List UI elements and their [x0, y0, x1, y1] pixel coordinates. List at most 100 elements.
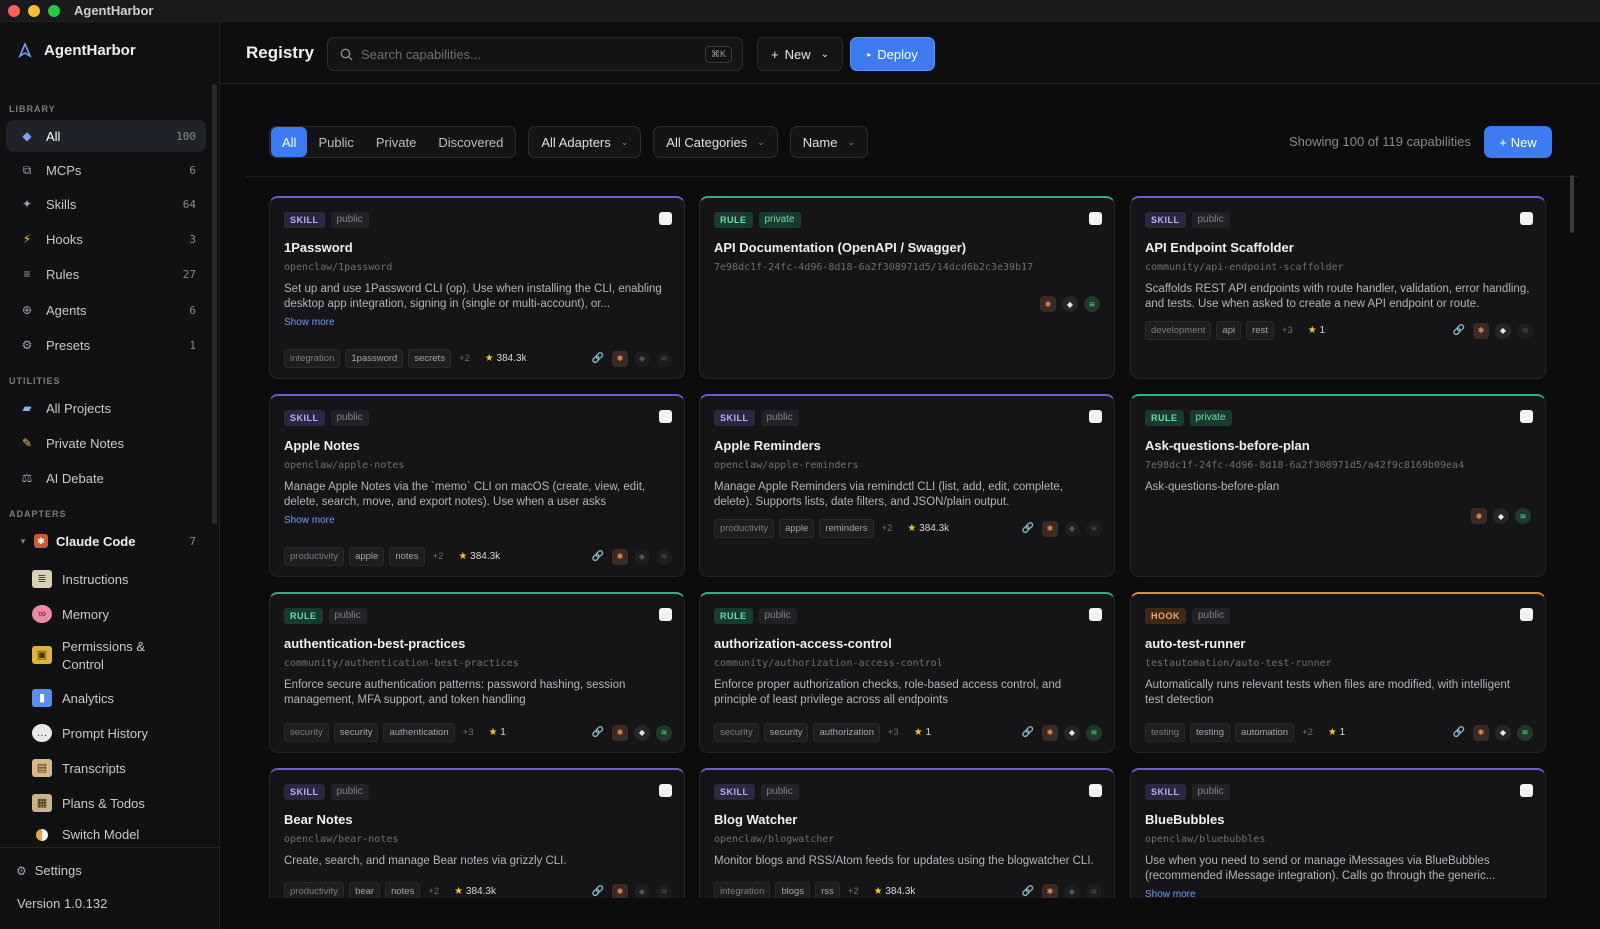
card-title: Ask-questions-before-plan: [1145, 438, 1310, 453]
type-badge: SKILL: [1145, 784, 1186, 800]
select-checkbox[interactable]: [1089, 608, 1102, 621]
select-checkbox[interactable]: [1520, 608, 1533, 621]
chevron-down-icon[interactable]: ▾: [18, 536, 28, 547]
sidebar-item-all-projects[interactable]: ▰ All Projects: [6, 392, 206, 424]
link-icon[interactable]: 🔗: [1020, 725, 1036, 741]
filter-all[interactable]: All: [271, 127, 308, 157]
link-icon[interactable]: 🔗: [1020, 884, 1036, 899]
sidebar-item-prompt-history[interactable]: … Prompt History: [32, 724, 212, 742]
filter-discovered[interactable]: Discovered: [427, 127, 514, 157]
link-icon[interactable]: 🔗: [1451, 323, 1467, 339]
link-icon[interactable]: 🔗: [590, 549, 606, 565]
minimize-window-button[interactable]: [28, 4, 40, 17]
filter-private[interactable]: Private: [365, 127, 427, 157]
tag: authorization: [813, 723, 880, 742]
show-more-link[interactable]: Show more: [284, 515, 670, 526]
sidebar-scrollbar[interactable]: [212, 84, 217, 524]
sidebar-item-agents[interactable]: ⊕ Agents 6: [6, 294, 206, 326]
select-checkbox[interactable]: [659, 410, 672, 423]
capability-card[interactable]: RULE public authentication-best-practices…: [269, 592, 685, 753]
capability-card[interactable]: RULE public authorization-access-control …: [699, 592, 1115, 753]
select-checkbox[interactable]: [1089, 784, 1102, 797]
sidebar-item-mcps[interactable]: ⧉ MCPs 6: [6, 154, 206, 186]
settings-link[interactable]: ⚙ Settings: [16, 863, 82, 878]
select-checkbox[interactable]: [1520, 410, 1533, 423]
sidebar-item-label: Private Notes: [46, 435, 125, 451]
capability-card[interactable]: SKILL public Blog Watcher openclaw/blogwa…: [699, 768, 1115, 898]
capability-card[interactable]: SKILL public Bear Notes openclaw/bear-not…: [269, 768, 685, 898]
sidebar-item-count: 64: [182, 197, 196, 211]
type-badge: RULE: [1145, 410, 1184, 426]
sort-dropdown[interactable]: Name ⌄: [789, 126, 869, 158]
capability-card[interactable]: SKILL public API Endpoint Scaffolder comm…: [1130, 196, 1546, 379]
card-footer: productivity bear notes +2 ★ 384.3k 🔗 ✱ …: [284, 882, 672, 898]
capability-card[interactable]: SKILL public Apple Notes openclaw/apple-n…: [269, 394, 685, 577]
select-checkbox[interactable]: [659, 212, 672, 225]
link-icon[interactable]: 🔗: [590, 725, 606, 741]
sidebar-item-private-notes[interactable]: ✎ Private Notes: [6, 427, 206, 459]
sidebar-item-plans-todos[interactable]: ▦ Plans & Todos: [32, 794, 212, 812]
select-checkbox[interactable]: [1520, 212, 1533, 225]
capability-card[interactable]: SKILL public 1Password openclaw/1password…: [269, 196, 685, 379]
link-icon[interactable]: 🔗: [1451, 725, 1467, 741]
visibility-badge: public: [758, 608, 797, 624]
sidebar-item-transcripts[interactable]: ▤ Transcripts: [32, 759, 212, 777]
sidebar-item-instructions[interactable]: ≣ Instructions: [32, 570, 212, 588]
show-more-link[interactable]: Show more: [1145, 889, 1531, 898]
new-dropdown-button[interactable]: + New ⌄: [757, 37, 843, 71]
shortcut-hint: ⌘K: [704, 46, 732, 63]
link-icon[interactable]: 🔗: [1020, 521, 1036, 537]
select-checkbox[interactable]: [1520, 784, 1533, 797]
select-checkbox[interactable]: [1089, 212, 1102, 225]
sidebar-item-hooks[interactable]: ⚡ Hooks 3: [6, 223, 206, 255]
filter-public[interactable]: Public: [307, 127, 364, 157]
tag: automation: [1235, 723, 1295, 742]
category-tag: testing: [1145, 723, 1185, 742]
windsurf-adapter-icon: ≋: [656, 548, 672, 565]
categories-dropdown[interactable]: All Categories ⌄: [653, 126, 778, 158]
sidebar-item-rules[interactable]: ≡ Rules 27: [6, 258, 206, 290]
sidebar-item-claude-code[interactable]: ▾ ✱ Claude Code 7: [6, 525, 206, 557]
capability-card[interactable]: RULE private API Documentation (OpenAPI /…: [699, 196, 1115, 379]
adapters-dropdown[interactable]: All Adapters ⌄: [528, 126, 642, 158]
sidebar-item-memory[interactable]: ∞ Memory: [32, 605, 212, 623]
sidebar-item-permissions[interactable]: ▣ Permissions & Control: [32, 638, 212, 674]
tag: apple: [779, 519, 815, 538]
show-more-link[interactable]: Show more: [284, 317, 670, 328]
doc-icon: ≣: [32, 570, 52, 588]
search-input[interactable]: [361, 46, 681, 62]
folder-icon: ▰: [22, 401, 32, 415]
star-icon: ★: [454, 886, 464, 897]
sidebar-item-skills[interactable]: ✦ Skills 64: [6, 188, 206, 220]
lock-icon: ▣: [32, 646, 52, 664]
category-tag: productivity: [284, 882, 345, 898]
link-icon[interactable]: 🔗: [590, 351, 606, 367]
capability-card[interactable]: SKILL public Apple Reminders openclaw/app…: [699, 394, 1115, 577]
capability-card[interactable]: RULE private Ask-questions-before-plan 7e…: [1130, 394, 1546, 577]
cursor-adapter-icon: ◆: [1493, 508, 1509, 524]
card-path: community/api-endpoint-scaffolder: [1145, 262, 1344, 273]
capability-card[interactable]: HOOK public auto-test-runner testautomati…: [1130, 592, 1546, 753]
sidebar-item-switch-model[interactable]: Switch Model: [32, 827, 212, 842]
brand[interactable]: AgentHarbor: [18, 42, 136, 59]
new-capability-button[interactable]: + New: [1484, 126, 1552, 158]
sidebar-item-ai-debate[interactable]: ⚖ AI Debate: [6, 462, 206, 494]
capability-card[interactable]: SKILL public BlueBubbles openclaw/bluebub…: [1130, 768, 1546, 898]
maximize-window-button[interactable]: [48, 4, 60, 17]
main-scrollbar[interactable]: [1570, 175, 1574, 233]
more-tags-count: +2: [432, 551, 444, 562]
select-checkbox[interactable]: [659, 784, 672, 797]
select-checkbox[interactable]: [659, 608, 672, 621]
card-title: Apple Notes: [284, 438, 360, 453]
sidebar-item-label: MCPs: [46, 162, 82, 178]
card-footer: productivity apple reminders +2 ★ 384.3k…: [714, 519, 1102, 538]
sidebar-item-all[interactable]: ◆ All 100: [6, 120, 206, 152]
sidebar-item-analytics[interactable]: ▮ Analytics: [32, 689, 212, 707]
search-box[interactable]: ⌘K: [327, 37, 743, 71]
link-icon[interactable]: 🔗: [590, 884, 606, 899]
select-checkbox[interactable]: [1089, 410, 1102, 423]
search-icon: [340, 48, 353, 60]
sidebar-item-presets[interactable]: ⚙ Presets 1: [6, 329, 206, 361]
deploy-button[interactable]: ▸ Deploy: [850, 37, 935, 71]
close-window-button[interactable]: [8, 4, 20, 17]
